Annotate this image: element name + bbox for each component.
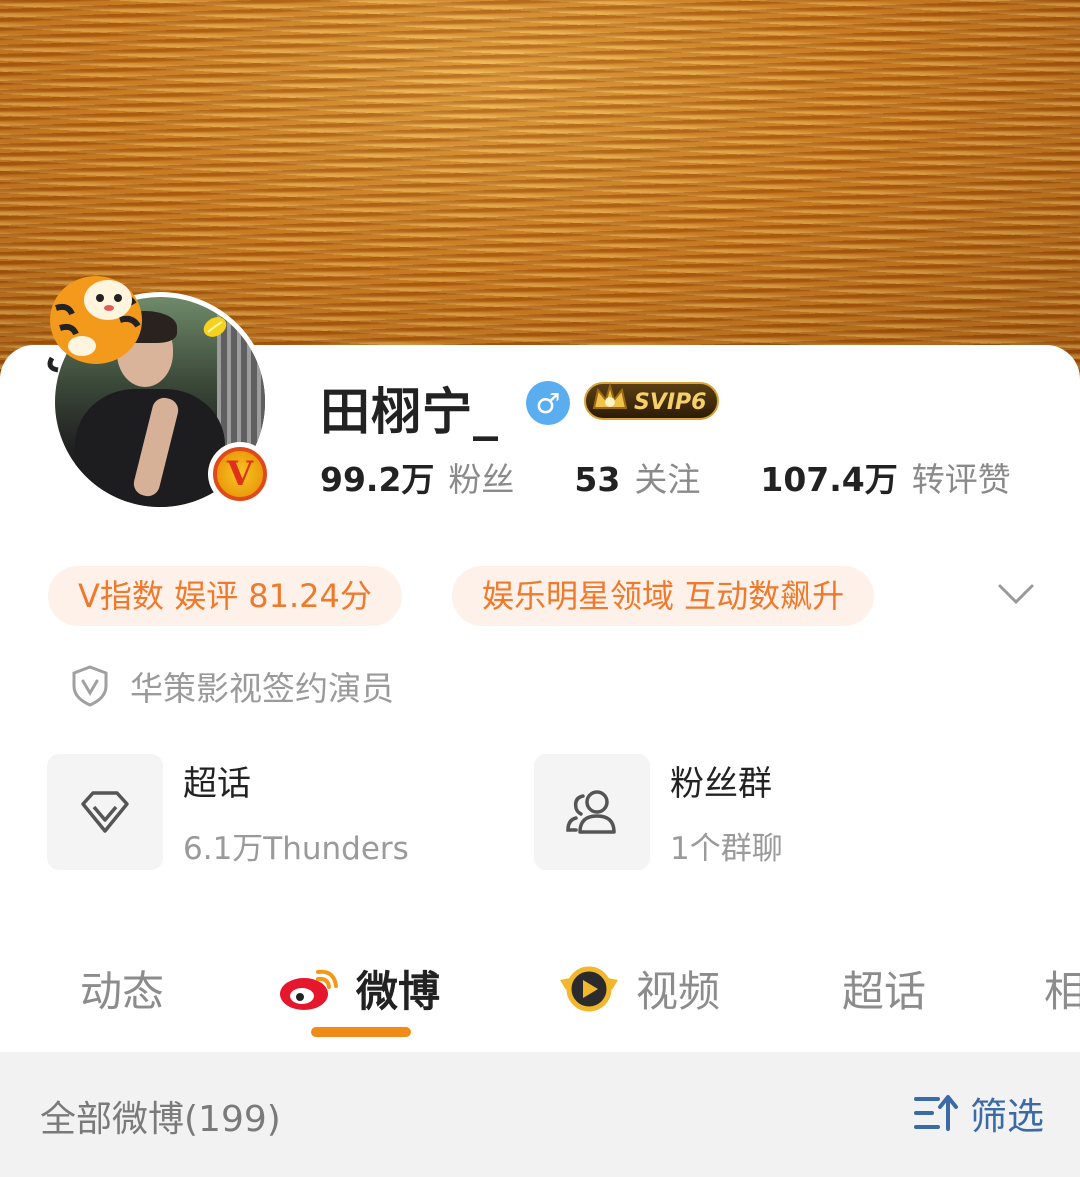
male-icon: ♂ — [526, 381, 570, 425]
supertopic-subtitle: 6.1万Thunders — [183, 831, 409, 867]
tab-video[interactable]: 视频 — [556, 958, 720, 1019]
tab-album[interactable]: 相 — [1044, 958, 1080, 1019]
stat-following-label: 关注 — [634, 460, 701, 499]
tab-feed[interactable]: 动态 — [80, 958, 164, 1019]
v-index-chip[interactable]: V指数 娱评 81.24分 — [48, 566, 402, 626]
v-verified-icon[interactable]: V — [208, 442, 272, 506]
stats-row: 99.2万 粉丝 53 关注 107.4万 转评赞 — [320, 452, 1071, 502]
tab-weibo-label: 微博 — [356, 967, 441, 1016]
verification-row: 华策影视签约演员 — [70, 662, 394, 710]
stat-fans-label: 粉丝 — [448, 460, 515, 499]
tab-video-label: 视频 — [636, 967, 721, 1016]
tab-weibo[interactable]: 微博 — [278, 958, 440, 1019]
tab-supertopic[interactable]: 超话 — [842, 958, 926, 1019]
svip-crown-icon — [592, 382, 628, 409]
svip-badge[interactable]: SVIP6 — [584, 382, 719, 420]
stat-likes[interactable]: 107.4万 转评赞 — [760, 453, 1010, 501]
tab-album-label: 相 — [1044, 967, 1080, 1016]
profile-tabs: 动态 微博 视频 超话 相 — [0, 940, 1080, 1050]
video-badge-icon — [560, 966, 618, 1011]
chevron-down-icon[interactable] — [996, 578, 1036, 612]
all-posts-label[interactable]: 全部微博(199) — [40, 1090, 281, 1142]
supertopic-title: 超话 — [183, 764, 251, 804]
fangroup-subtitle: 1个群聊 — [670, 831, 783, 867]
svip-label: SVIP6 — [634, 390, 707, 415]
shield-v-icon — [72, 665, 108, 707]
diamond-icon — [81, 791, 129, 833]
filter-button[interactable]: 筛选 — [914, 1086, 1044, 1140]
v-verified-letter: V — [213, 447, 267, 501]
people-icon — [566, 790, 616, 834]
active-tab-indicator — [311, 1027, 411, 1037]
stat-following[interactable]: 53 关注 — [574, 453, 700, 501]
weibo-logo-icon — [280, 969, 338, 1010]
stat-likes-label: 转评赞 — [911, 460, 1011, 499]
lemon-icon — [203, 317, 227, 337]
verification-text: 华策影视签约演员 — [130, 669, 394, 708]
stat-fans[interactable]: 99.2万 粉丝 — [320, 453, 514, 501]
tab-supertopic-label: 超话 — [842, 967, 927, 1016]
stat-likes-number: 107.4万 — [760, 460, 898, 499]
filter-bar: 全部微博(199) 筛选 — [0, 1052, 1080, 1177]
sort-filter-icon — [914, 1095, 958, 1131]
fangroup-entry[interactable]: 粉丝群 1个群聊 — [534, 754, 783, 870]
filter-label: 筛选 — [970, 1095, 1044, 1138]
supertopic-icon-box — [47, 754, 163, 870]
tiger-sticker-icon — [47, 276, 142, 373]
stat-following-number: 53 — [574, 460, 621, 499]
profile-name: 田栩宁_ — [320, 383, 499, 441]
fangroup-icon-box — [534, 754, 650, 870]
domain-chip[interactable]: 娱乐明星领域 互动数飙升 — [452, 566, 875, 626]
supertopic-entry[interactable]: 超话 6.1万Thunders — [47, 754, 409, 870]
stat-fans-number: 99.2万 — [320, 460, 435, 499]
fangroup-title: 粉丝群 — [670, 764, 772, 804]
tab-feed-label: 动态 — [80, 967, 165, 1016]
